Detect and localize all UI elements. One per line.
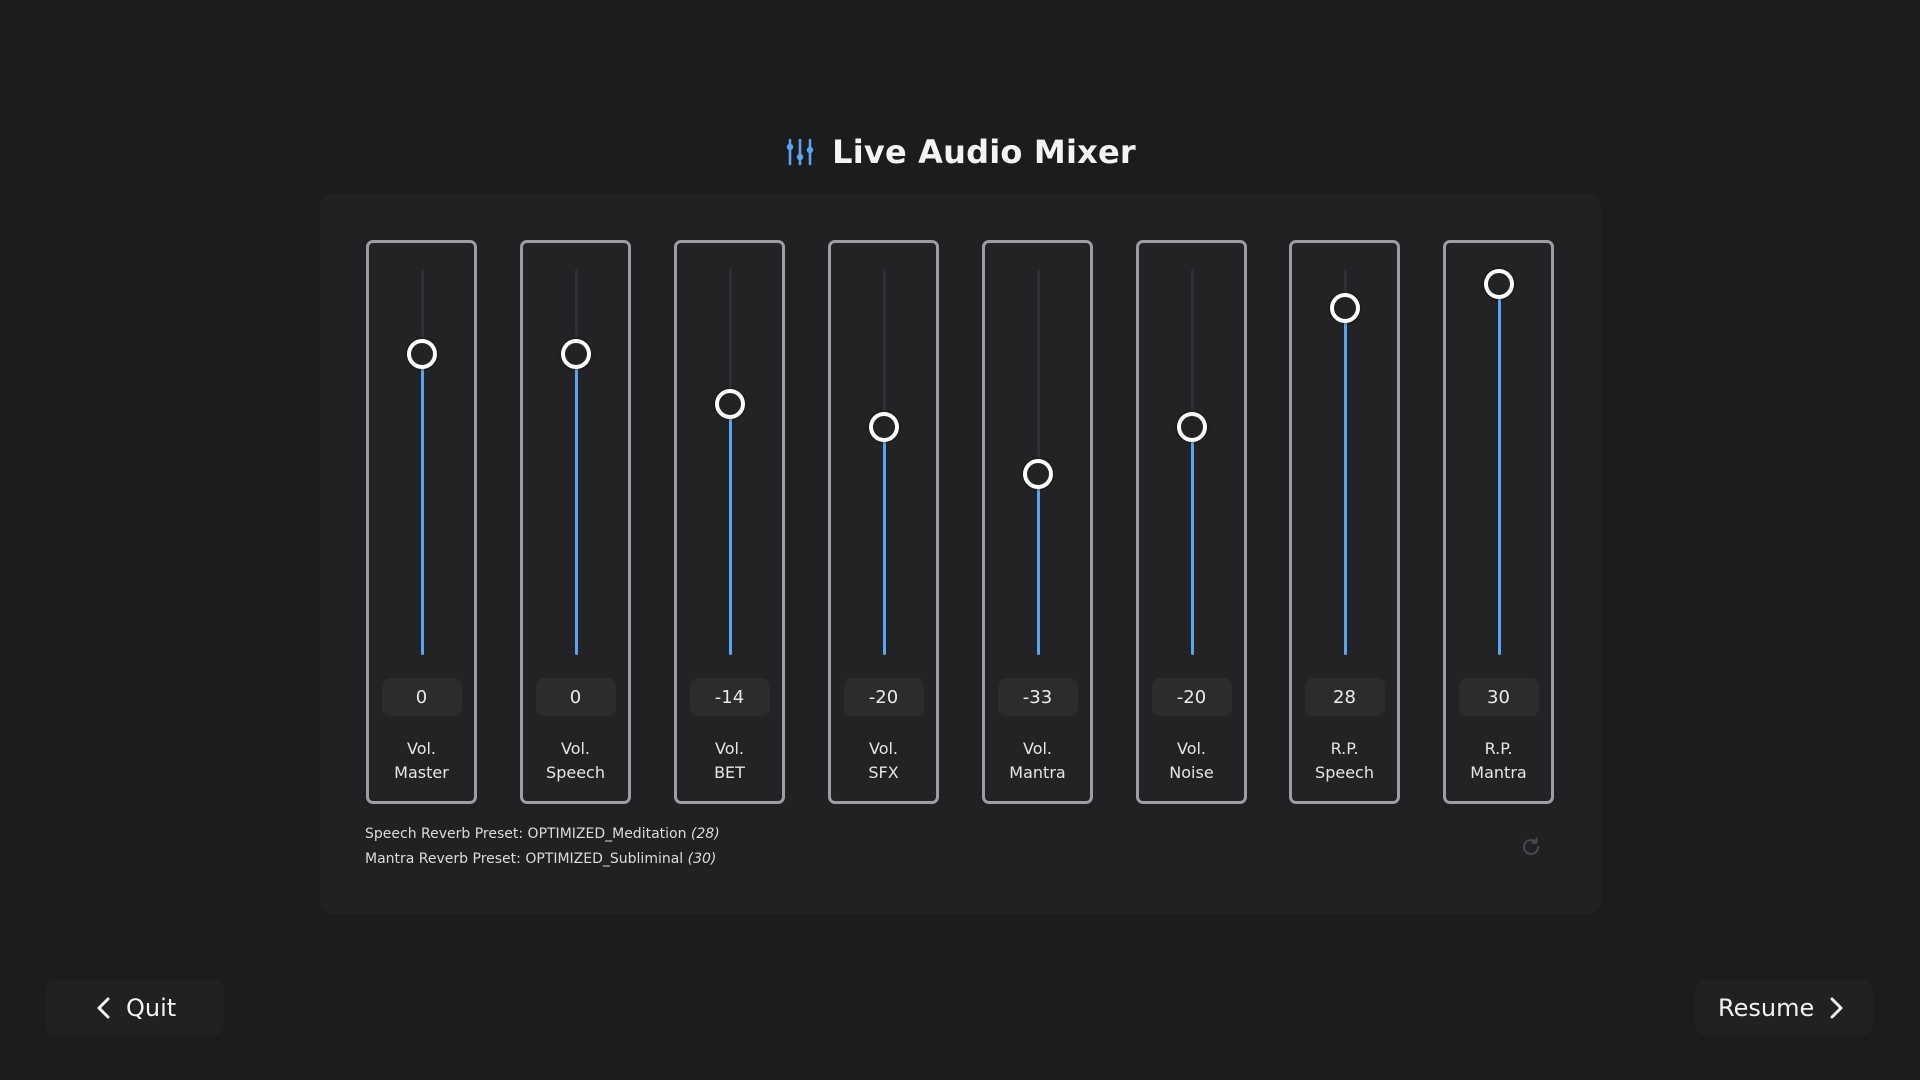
- channel-label-line2: Master: [394, 763, 449, 782]
- channel-label: Vol. Noise: [1139, 737, 1244, 785]
- channel-label-line1: Vol.: [868, 739, 899, 758]
- resume-button[interactable]: Resume: [1695, 980, 1873, 1035]
- channel-value: -20: [1151, 678, 1232, 716]
- channel-label-line1: Vol.: [406, 739, 437, 758]
- slider-fill: [1191, 427, 1194, 655]
- channel-label-line1: Vol.: [1176, 739, 1207, 758]
- channel-label: Vol. SFX: [831, 737, 936, 785]
- speech-preset-label: Speech Reverb Preset: OPTIMIZED_Meditati…: [365, 826, 687, 842]
- mantra-preset-label: Mantra Reverb Preset: OPTIMIZED_Sublimin…: [365, 851, 684, 867]
- channel-value: 30: [1458, 678, 1539, 716]
- slider-track[interactable]: [1191, 269, 1194, 655]
- slider-knob[interactable]: [1177, 412, 1207, 443]
- channel-label-line2: Speech: [1315, 763, 1374, 782]
- channel-label-line2: Noise: [1169, 763, 1214, 782]
- channel-label-line1: Vol.: [714, 739, 745, 758]
- mantra-preset-line: Mantra Reverb Preset: OPTIMIZED_Sublimin…: [365, 847, 720, 872]
- channel-strip-vol-speech: 0 Vol. Speech: [520, 240, 631, 804]
- channel-label-line2: Mantra: [1470, 763, 1527, 782]
- refresh-icon: [1523, 837, 1539, 855]
- channel-strip-vol-mantra: -33 Vol. Mantra: [982, 240, 1093, 804]
- channel-label-line2: SFX: [868, 763, 899, 782]
- slider-knob[interactable]: [715, 389, 745, 420]
- slider-knob[interactable]: [1023, 458, 1053, 489]
- mantra-preset-value: (30): [687, 851, 717, 867]
- slider-track[interactable]: [1498, 269, 1501, 655]
- channel-label: R.P. Speech: [1292, 737, 1397, 785]
- channel-label-line1: Vol.: [560, 739, 591, 758]
- channel-label-line1: R.P.: [1330, 739, 1359, 758]
- slider-fill: [729, 404, 732, 655]
- channel-value: 0: [381, 678, 462, 716]
- slider-fill: [1498, 284, 1501, 655]
- channel-value: -20: [843, 678, 924, 716]
- speech-preset-line: Speech Reverb Preset: OPTIMIZED_Meditati…: [365, 822, 720, 847]
- channel-label-line2: Mantra: [1009, 763, 1066, 782]
- channel-label: R.P. Mantra: [1446, 737, 1551, 785]
- channel-label-line1: R.P.: [1484, 739, 1513, 758]
- channel-strip-rp-mantra: 30 R.P. Mantra: [1443, 240, 1554, 804]
- page-title-text: Live Audio Mixer: [832, 133, 1136, 171]
- reset-button[interactable]: [1517, 833, 1545, 861]
- sliders-icon: [786, 138, 814, 166]
- channel-strip-vol-noise: -20 Vol. Noise: [1136, 240, 1247, 804]
- channel-value: -14: [689, 678, 770, 716]
- quit-button[interactable]: Quit: [46, 980, 224, 1035]
- slider-knob[interactable]: [407, 338, 437, 369]
- speech-preset-value: (28): [690, 826, 720, 842]
- slider-track[interactable]: [883, 269, 886, 655]
- resume-label: Resume: [1718, 993, 1815, 1022]
- channel-strip-rp-speech: 28 R.P. Speech: [1289, 240, 1400, 804]
- channel-strip-vol-sfx: -20 Vol. SFX: [828, 240, 939, 804]
- channel-value: -33: [997, 678, 1078, 716]
- preset-info: Speech Reverb Preset: OPTIMIZED_Meditati…: [365, 822, 720, 872]
- slider-fill: [1344, 307, 1347, 655]
- slider-fill: [575, 353, 578, 655]
- slider-fill: [883, 427, 886, 655]
- page-title: Live Audio Mixer: [0, 128, 1920, 176]
- channel-strip-vol-bet: -14 Vol. BET: [674, 240, 785, 804]
- channel-value: 28: [1304, 678, 1385, 716]
- channel-strip-vol-master: 0 Vol. Master: [366, 240, 477, 804]
- slider-knob[interactable]: [1484, 269, 1514, 300]
- slider-knob[interactable]: [561, 338, 591, 369]
- slider-fill: [421, 353, 424, 655]
- channel-label: Vol. BET: [677, 737, 782, 785]
- slider-track[interactable]: [729, 269, 732, 655]
- chevron-left-icon: [97, 997, 110, 1018]
- channel-label-line2: Speech: [546, 763, 605, 782]
- channel-label-line2: BET: [714, 763, 745, 782]
- mixer-panel: 0 Vol. Master 0 Vol. Speech -14 Vol. BET -20 Vol. S…: [320, 194, 1601, 914]
- channel-label: Vol. Mantra: [985, 737, 1090, 785]
- chevron-right-icon: [1830, 997, 1843, 1018]
- slider-knob[interactable]: [869, 412, 899, 443]
- channel-label: Vol. Speech: [523, 737, 628, 785]
- channel-label-line1: Vol.: [1022, 739, 1053, 758]
- channel-value: 0: [535, 678, 616, 716]
- slider-track[interactable]: [1344, 269, 1347, 655]
- slider-knob[interactable]: [1330, 292, 1360, 323]
- quit-label: Quit: [126, 993, 177, 1022]
- slider-track[interactable]: [575, 269, 578, 655]
- slider-track[interactable]: [421, 269, 424, 655]
- channel-label: Vol. Master: [369, 737, 474, 785]
- slider-fill: [1037, 473, 1040, 655]
